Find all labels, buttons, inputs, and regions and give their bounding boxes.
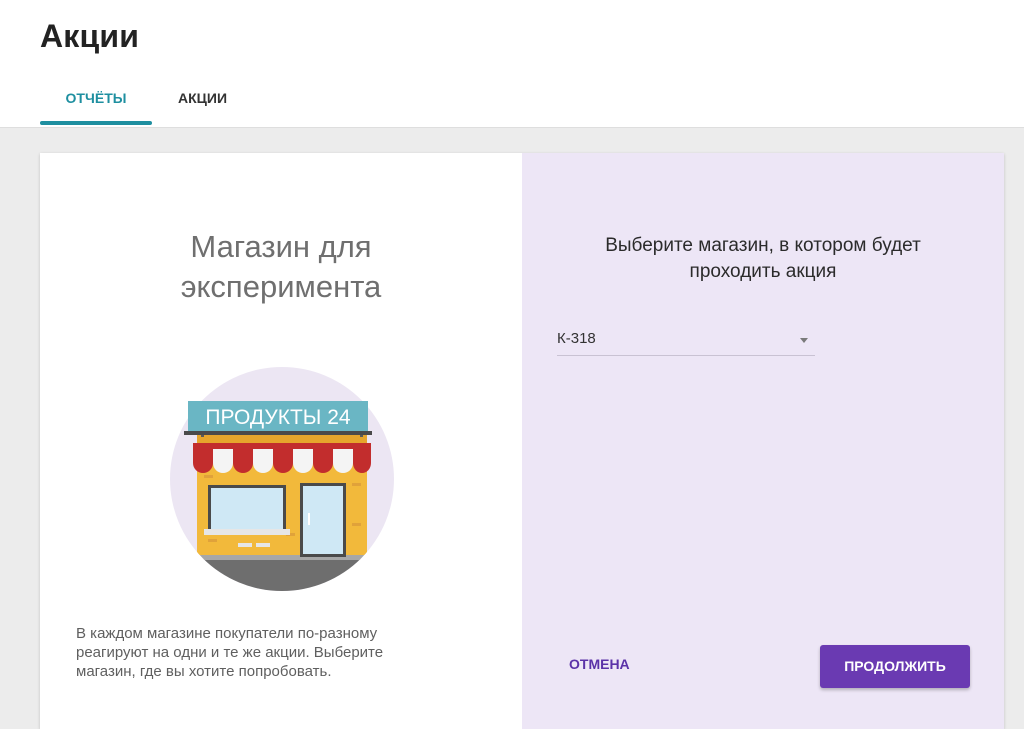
tab-reports[interactable]: ОТЧЁТЫ bbox=[40, 90, 152, 106]
continue-button[interactable]: ПРОДОЛЖИТЬ bbox=[820, 645, 970, 688]
store-sign-text: ПРОДУКТЫ 24 bbox=[205, 406, 350, 429]
description-line1: В каждом магазине покупатели по-разному bbox=[76, 625, 378, 642]
experiment-title-line1: Магазин для bbox=[190, 229, 372, 264]
store-selection-card: Магазин для эксперимента ПРОДУКТЫ 24 В к… bbox=[40, 153, 1004, 729]
experiment-title-line2: эксперимента bbox=[180, 269, 382, 304]
dropdown-arrow-icon bbox=[800, 338, 808, 343]
select-store-heading-line1: Выберите магазин, в котором будет bbox=[605, 235, 921, 256]
cancel-button[interactable]: ОТМЕНА bbox=[569, 656, 630, 672]
info-panel: Магазин для эксперимента ПРОДУКТЫ 24 В к… bbox=[40, 153, 522, 729]
active-tab-indicator bbox=[40, 121, 152, 125]
store-description: В каждом магазине покупатели по-разному … bbox=[76, 624, 476, 681]
select-store-heading: Выберите магазин, в котором будет проход… bbox=[522, 233, 1004, 285]
page-header: Акции ОТЧЁТЫ АКЦИИ bbox=[0, 0, 1024, 128]
page-title: Акции bbox=[40, 18, 140, 54]
store-select[interactable]: К-318 bbox=[557, 325, 815, 356]
description-line2: реагируют на одни и те же акции. Выберит… bbox=[76, 644, 384, 661]
select-store-heading-line2: проходить акция bbox=[689, 261, 837, 282]
selection-panel: Выберите магазин, в котором будет проход… bbox=[522, 153, 1004, 729]
store-front-icon: ПРОДУКТЫ 24 bbox=[166, 363, 398, 595]
tab-promotions[interactable]: АКЦИИ bbox=[178, 90, 227, 106]
experiment-title: Магазин для эксперимента bbox=[40, 227, 522, 307]
store-select-value: К-318 bbox=[557, 330, 596, 347]
description-line3: магазин, где вы хотите попробовать. bbox=[76, 663, 332, 680]
